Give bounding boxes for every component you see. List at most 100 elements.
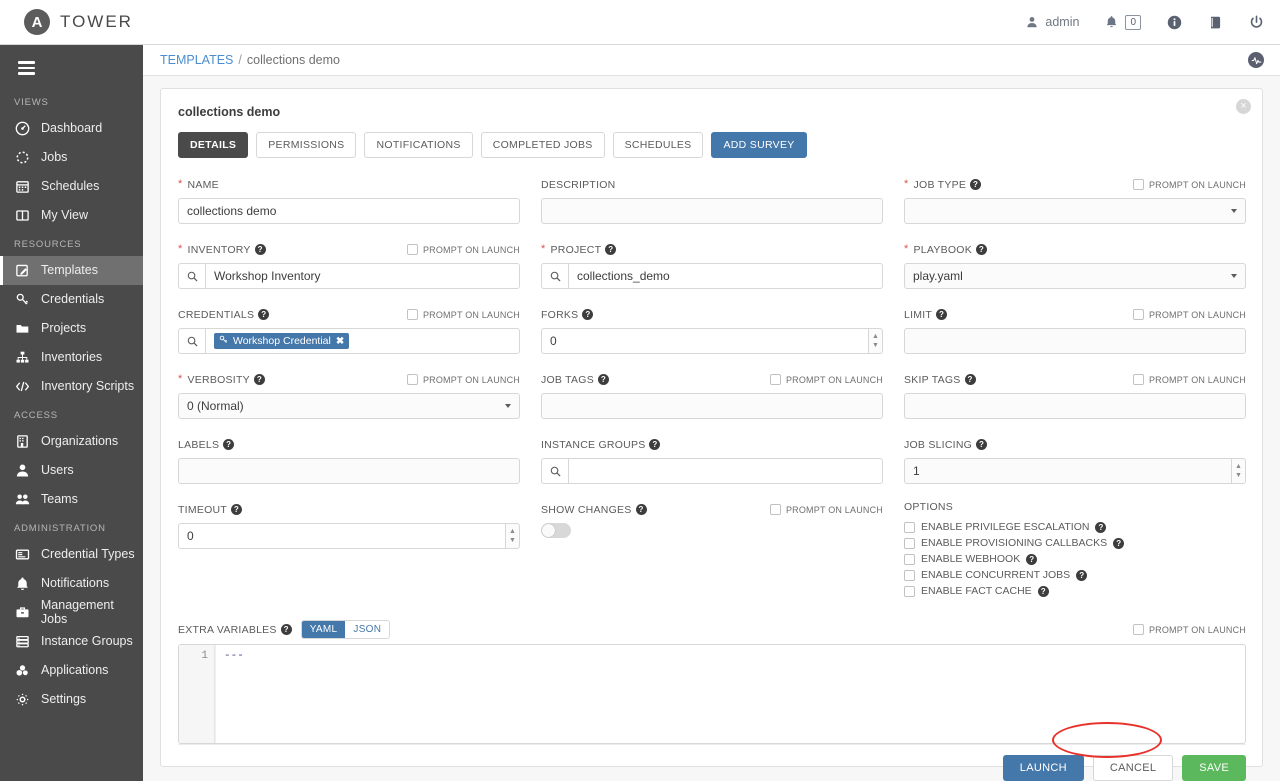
notifications-button[interactable]: 0 [1105,15,1141,30]
help-icon[interactable]: ? [1095,522,1106,533]
job-type-select[interactable] [904,198,1246,224]
help-icon[interactable]: ? [976,439,987,450]
project-input[interactable]: collections_demo [568,263,883,289]
skip-tags-input[interactable] [904,393,1246,419]
credentials-input[interactable]: Workshop Credential ✖ [205,328,520,354]
current-user[interactable]: admin [1026,15,1079,29]
format-yaml-button[interactable]: YAML [302,621,346,638]
sidebar-item-my-view[interactable]: My View [0,201,143,230]
sidebar-toggle-icon[interactable] [0,53,143,88]
forks-spinner-buttons[interactable]: ▲▼ [868,328,883,354]
tab-details[interactable]: DETAILS [178,132,248,158]
option-enable-webhook[interactable]: ENABLE WEBHOOK? [904,553,1246,565]
sidebar-item-inventory-scripts[interactable]: Inventory Scripts [0,372,143,401]
timeout-spinner-buttons[interactable]: ▲▼ [505,523,520,549]
format-json-button[interactable]: JSON [345,621,389,638]
help-icon[interactable]: ? [1026,554,1037,565]
labels-input[interactable] [178,458,520,484]
sidebar-item-users[interactable]: Users [0,456,143,485]
name-input[interactable]: collections demo [178,198,520,224]
help-icon[interactable]: ? [970,179,981,190]
sidebar-item-settings[interactable]: Settings [0,685,143,714]
sidebar-item-management-jobs[interactable]: Management Jobs [0,598,143,627]
search-icon[interactable] [541,263,568,289]
inventory-input[interactable]: Workshop Inventory [205,263,520,289]
help-icon[interactable]: ? [605,244,616,255]
sidebar-item-schedules[interactable]: Schedules [0,172,143,201]
sidebar-item-dashboard[interactable]: Dashboard [0,114,143,143]
docs-button[interactable] [1208,15,1223,30]
help-icon[interactable]: ? [976,244,987,255]
sidebar-item-notifications[interactable]: Notifications [0,569,143,598]
sidebar-item-instance-groups[interactable]: Instance Groups [0,627,143,656]
limit-prompt-on-launch[interactable]: PROMPT ON LAUNCH [1133,309,1246,320]
cancel-button[interactable]: CANCEL [1093,755,1173,781]
job-slicing-input[interactable]: 1 [904,458,1231,484]
credential-chip[interactable]: Workshop Credential ✖ [214,333,349,349]
job-slicing-spinner-buttons[interactable]: ▲▼ [1231,458,1246,484]
sidebar-item-projects[interactable]: Projects [0,314,143,343]
search-icon[interactable] [178,328,205,354]
help-icon[interactable]: ? [936,309,947,320]
editor-content[interactable]: --- [215,645,1245,743]
close-icon[interactable]: × [1236,99,1251,114]
tab-schedules[interactable]: SCHEDULES [613,132,704,158]
verbosity-select[interactable]: 0 (Normal) [178,393,520,419]
sidebar-item-teams[interactable]: Teams [0,485,143,514]
tab-permissions[interactable]: PERMISSIONS [256,132,356,158]
sidebar-item-templates[interactable]: Templates [0,256,143,285]
help-icon[interactable]: ? [636,504,647,515]
help-icon[interactable]: ? [258,309,269,320]
save-button[interactable]: SAVE [1182,755,1246,781]
job-tags-input[interactable] [541,393,883,419]
tab-completed-jobs[interactable]: COMPLETED JOBS [481,132,605,158]
help-icon[interactable]: ? [254,374,265,385]
help-icon[interactable]: ? [649,439,660,450]
help-icon[interactable]: ? [231,504,242,515]
forks-input[interactable]: 0 [541,328,868,354]
limit-input[interactable] [904,328,1246,354]
help-icon[interactable]: ? [965,374,976,385]
breadcrumb-templates-link[interactable]: TEMPLATES [160,53,233,67]
help-icon[interactable]: ? [1076,570,1087,581]
extra-variables-editor[interactable]: 1 --- [178,644,1246,744]
description-input[interactable] [541,198,883,224]
option-enable-privilege-escalation[interactable]: ENABLE PRIVILEGE ESCALATION? [904,521,1246,533]
search-icon[interactable] [178,263,205,289]
tab-add-survey[interactable]: ADD SURVEY [711,132,806,158]
skip-tags-prompt-on-launch[interactable]: PROMPT ON LAUNCH [1133,374,1246,385]
instance-groups-input[interactable] [568,458,883,484]
job-tags-prompt-on-launch[interactable]: PROMPT ON LAUNCH [770,374,883,385]
sidebar-item-credentials[interactable]: Credentials [0,285,143,314]
help-icon[interactable]: ? [223,439,234,450]
show-changes-prompt-on-launch[interactable]: PROMPT ON LAUNCH [770,504,883,515]
sidebar-item-jobs[interactable]: Jobs [0,143,143,172]
activity-stream-icon[interactable] [1248,52,1264,68]
playbook-select[interactable]: play.yaml [904,263,1246,289]
sidebar-item-organizations[interactable]: Organizations [0,427,143,456]
help-icon[interactable]: ? [1038,586,1049,597]
help-icon[interactable]: ? [281,624,292,635]
credentials-prompt-on-launch[interactable]: PROMPT ON LAUNCH [407,309,520,320]
help-icon[interactable]: ? [255,244,266,255]
remove-chip-icon[interactable]: ✖ [336,336,344,347]
show-changes-toggle[interactable] [541,523,571,538]
tab-notifications[interactable]: NOTIFICATIONS [364,132,472,158]
option-enable-concurrent-jobs[interactable]: ENABLE CONCURRENT JOBS? [904,569,1246,581]
info-button[interactable] [1167,15,1182,30]
verbosity-prompt-on-launch[interactable]: PROMPT ON LAUNCH [407,374,520,385]
sidebar-item-inventories[interactable]: Inventories [0,343,143,372]
option-enable-provisioning-callbacks[interactable]: ENABLE PROVISIONING CALLBACKS? [904,537,1246,549]
sidebar-item-applications[interactable]: Applications [0,656,143,685]
help-icon[interactable]: ? [1113,538,1124,549]
option-enable-fact-cache[interactable]: ENABLE FACT CACHE? [904,585,1246,597]
inventory-prompt-on-launch[interactable]: PROMPT ON LAUNCH [407,244,520,255]
brand[interactable]: A TOWER [24,9,133,35]
timeout-input[interactable]: 0 [178,523,505,549]
help-icon[interactable]: ? [582,309,593,320]
logout-button[interactable] [1249,15,1264,30]
help-icon[interactable]: ? [598,374,609,385]
sidebar-item-credential-types[interactable]: Credential Types [0,540,143,569]
job-type-prompt-on-launch[interactable]: PROMPT ON LAUNCH [1133,179,1246,190]
extra-variables-prompt-on-launch[interactable]: PROMPT ON LAUNCH [1133,624,1246,635]
